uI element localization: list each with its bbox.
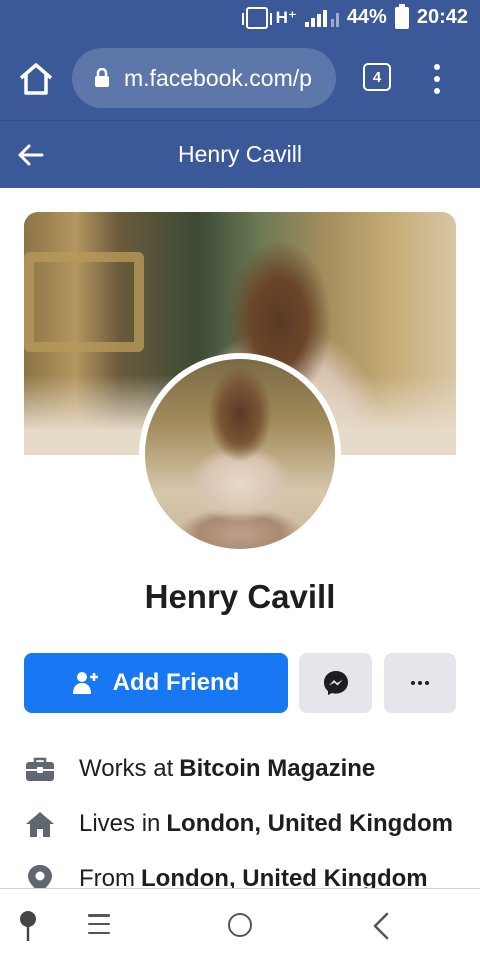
home-icon[interactable] (18, 62, 54, 96)
browser-toolbar: m.facebook.com/p 4 (0, 38, 480, 120)
more-options-button[interactable] (384, 653, 456, 713)
tab-switcher-button[interactable]: 4 (363, 63, 391, 91)
lock-icon (95, 68, 109, 87)
profile-photo-image (145, 359, 335, 549)
address-bar[interactable]: m.facebook.com/p (72, 48, 336, 108)
url-text: m.facebook.com/p (124, 64, 312, 91)
overflow-menu-icon[interactable] (430, 64, 444, 94)
add-friend-icon (72, 672, 98, 694)
battery-percent: 44% (346, 6, 387, 28)
add-friend-button[interactable]: Add Friend (24, 653, 288, 713)
status-bar: H⁺ 44% 20:42 (0, 0, 480, 38)
clock: 20:42 (416, 6, 468, 28)
home-icon (24, 808, 56, 840)
pin-icon[interactable] (16, 909, 40, 943)
page-title: Henry Cavill (178, 141, 302, 167)
briefcase-icon (24, 753, 56, 785)
recent-apps-icon[interactable] (88, 914, 110, 934)
page-header: Henry Cavill (0, 120, 480, 188)
intro-work: Works at Bitcoin Magazine (24, 749, 464, 789)
messenger-icon (323, 671, 348, 695)
cover-frame-decoration (24, 252, 144, 352)
more-dots-icon (411, 681, 429, 685)
intro-lives-prefix: Lives in (79, 810, 161, 837)
vibrate-icon (241, 6, 272, 29)
messenger-button[interactable] (299, 653, 372, 713)
signal-icon (304, 9, 327, 27)
intro-work-value[interactable]: Bitcoin Magazine (179, 755, 375, 783)
intro-lives: Lives in London, United Kingdom (24, 804, 464, 844)
intro-lives-value[interactable]: London, United Kingdom (166, 810, 453, 838)
add-friend-label: Add Friend (112, 669, 240, 696)
profile-picture[interactable] (139, 353, 341, 555)
profile-name: Henry Cavill (144, 578, 336, 615)
battery-icon (394, 3, 409, 29)
back-icon[interactable] (370, 911, 392, 941)
signal-secondary-icon (330, 9, 339, 27)
network-type: H⁺ (275, 7, 297, 27)
system-nav-bar (0, 888, 480, 960)
home-button-icon[interactable] (228, 913, 252, 937)
intro-work-prefix: Works at (79, 755, 174, 782)
